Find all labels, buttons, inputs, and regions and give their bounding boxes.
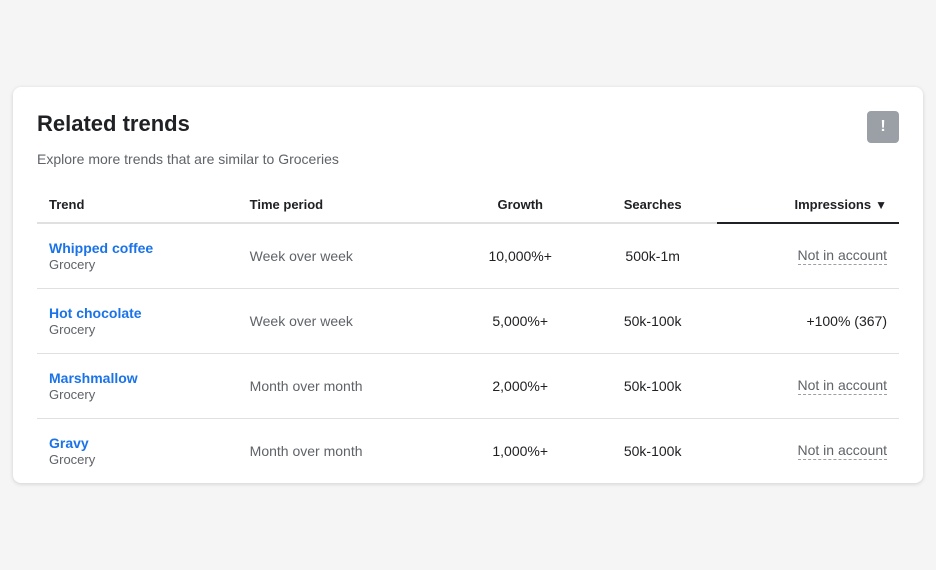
table-row: Marshmallow Grocery Month over month2,00… <box>37 354 899 419</box>
impressions-label: Impressions <box>795 197 872 212</box>
time-period-cell: Week over week <box>238 223 452 289</box>
searches-cell: 50k-100k <box>589 419 717 484</box>
trend-cell: Marshmallow Grocery <box>37 354 238 419</box>
table-row: Hot chocolate Grocery Week over week5,00… <box>37 289 899 354</box>
trend-name-link[interactable]: Hot chocolate <box>49 305 226 321</box>
time-period-cell: Month over month <box>238 354 452 419</box>
impression-percent: +100% (367) <box>806 313 887 329</box>
searches-cell: 500k-1m <box>589 223 717 289</box>
trend-category: Grocery <box>49 322 95 337</box>
trend-name-link[interactable]: Gravy <box>49 435 226 451</box>
col-header-time-period: Time period <box>238 187 452 223</box>
not-in-account-label[interactable]: Not in account <box>798 247 888 265</box>
trend-name-link[interactable]: Whipped coffee <box>49 240 226 256</box>
impressions-cell: Not in account <box>717 419 899 484</box>
feedback-button[interactable]: ! <box>867 111 899 143</box>
col-header-trend: Trend <box>37 187 238 223</box>
growth-cell: 1,000%+ <box>452 419 589 484</box>
growth-cell: 5,000%+ <box>452 289 589 354</box>
trend-cell: Whipped coffee Grocery <box>37 223 238 289</box>
time-period-cell: Week over week <box>238 289 452 354</box>
trend-cell: Hot chocolate Grocery <box>37 289 238 354</box>
related-trends-card: Related trends ! Explore more trends tha… <box>13 87 923 483</box>
card-subtitle: Explore more trends that are similar to … <box>37 151 899 167</box>
col-header-searches: Searches <box>589 187 717 223</box>
not-in-account-label[interactable]: Not in account <box>798 377 888 395</box>
col-header-growth: Growth <box>452 187 589 223</box>
searches-cell: 50k-100k <box>589 354 717 419</box>
card-title: Related trends <box>37 111 190 137</box>
table-header-row: Trend Time period Growth Searches Impres… <box>37 187 899 223</box>
growth-cell: 2,000%+ <box>452 354 589 419</box>
trend-cell: Gravy Grocery <box>37 419 238 484</box>
trend-category: Grocery <box>49 452 95 467</box>
table-row: Gravy Grocery Month over month1,000%+50k… <box>37 419 899 484</box>
table-row: Whipped coffee Grocery Week over week10,… <box>37 223 899 289</box>
trend-name-link[interactable]: Marshmallow <box>49 370 226 386</box>
not-in-account-label[interactable]: Not in account <box>798 442 888 460</box>
feedback-icon: ! <box>880 118 885 136</box>
time-period-cell: Month over month <box>238 419 452 484</box>
trend-category: Grocery <box>49 387 95 402</box>
card-header: Related trends ! <box>37 111 899 143</box>
impressions-cell: Not in account <box>717 223 899 289</box>
searches-cell: 50k-100k <box>589 289 717 354</box>
sort-arrow-icon: ▼ <box>875 198 887 212</box>
impressions-cell: Not in account <box>717 354 899 419</box>
growth-cell: 10,000%+ <box>452 223 589 289</box>
col-header-impressions[interactable]: Impressions ▼ <box>717 187 899 223</box>
impressions-cell: +100% (367) <box>717 289 899 354</box>
trends-table: Trend Time period Growth Searches Impres… <box>37 187 899 483</box>
trend-category: Grocery <box>49 257 95 272</box>
